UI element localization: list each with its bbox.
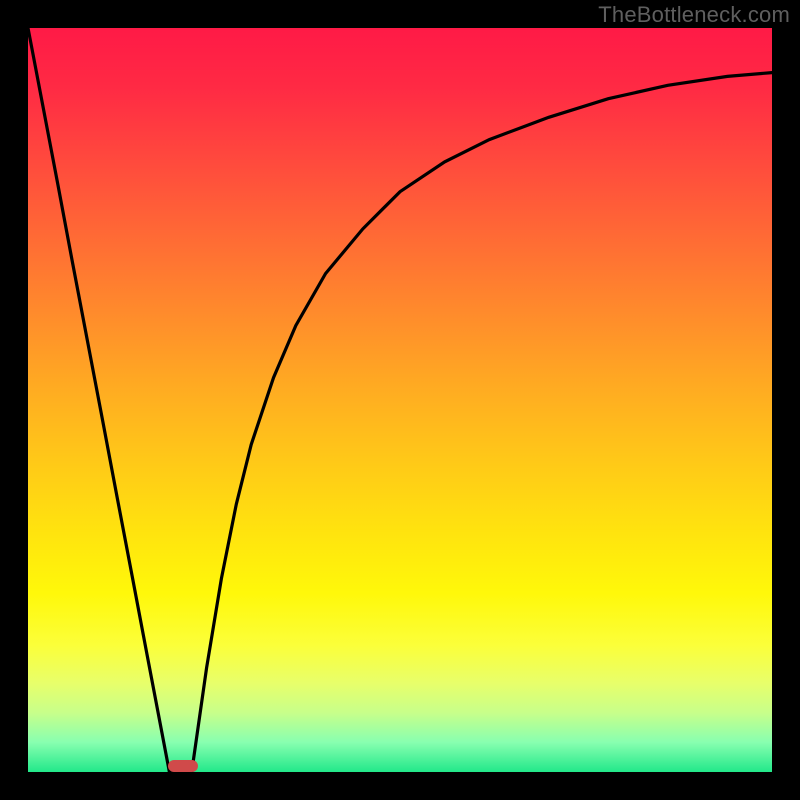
bottleneck-curve bbox=[28, 28, 772, 772]
optimum-marker bbox=[168, 760, 198, 772]
chart-frame: TheBottleneck.com bbox=[0, 0, 800, 800]
watermark-text: TheBottleneck.com bbox=[598, 2, 790, 28]
curve-path bbox=[28, 28, 772, 772]
